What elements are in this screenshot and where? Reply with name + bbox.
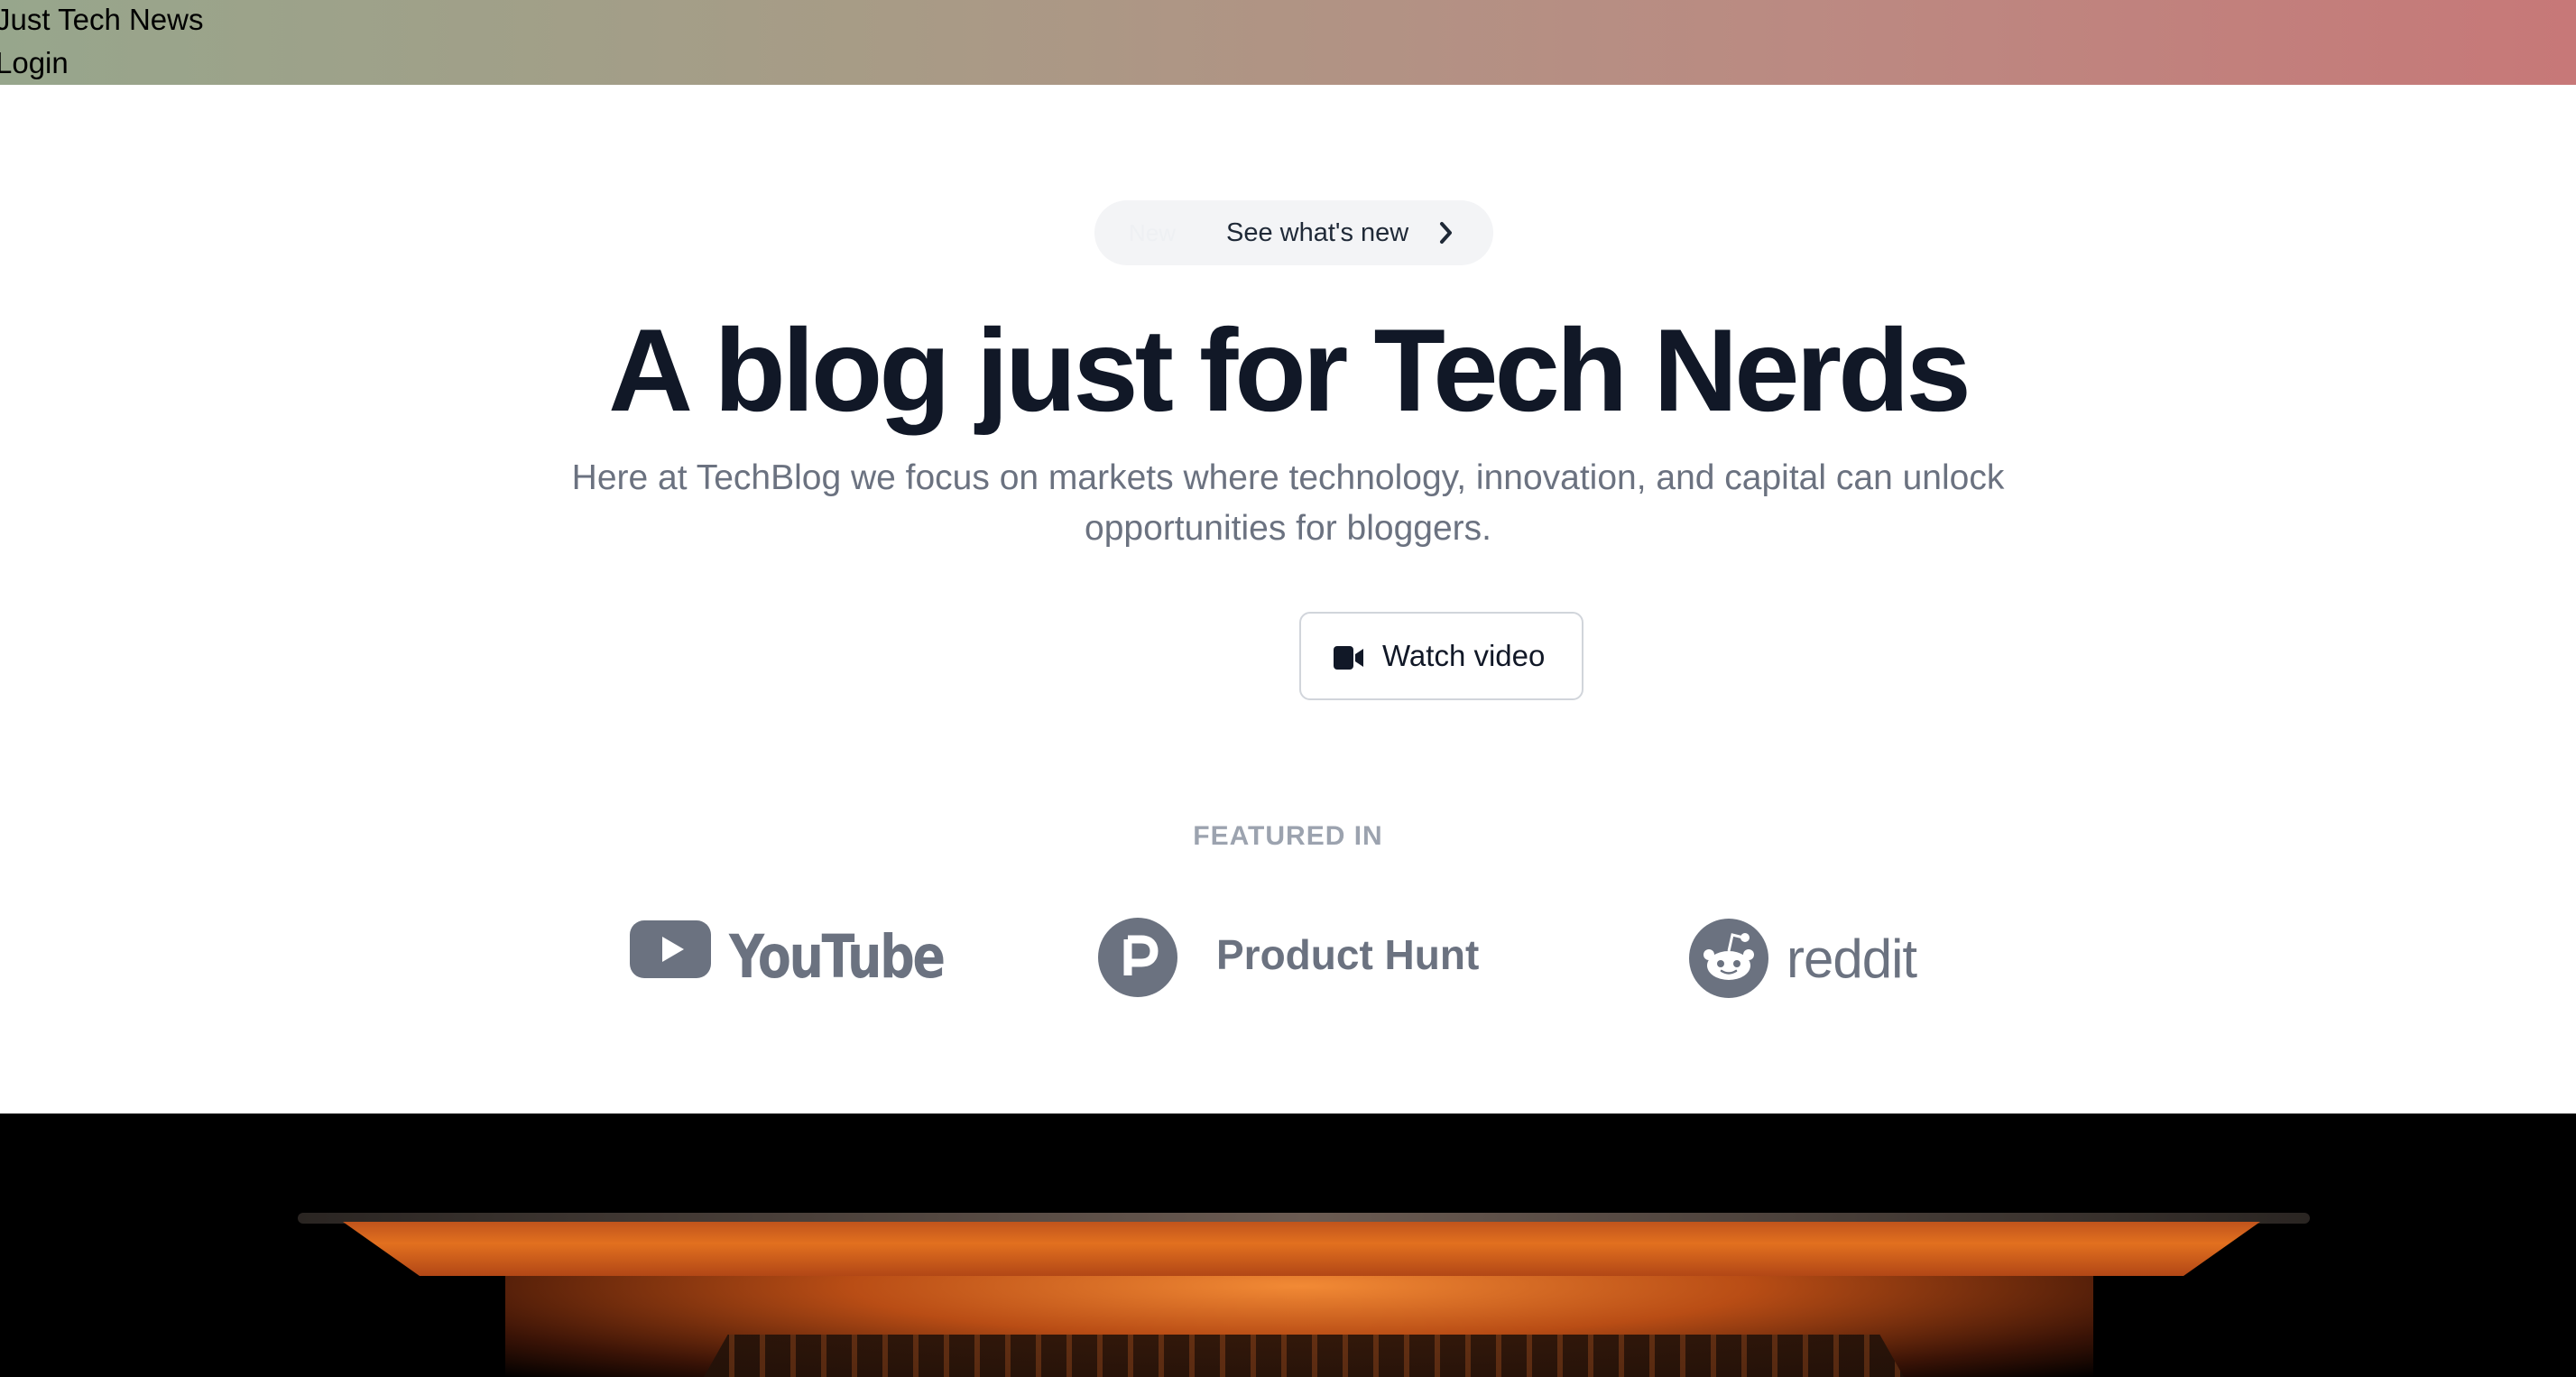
laptop-keyboard: [704, 1335, 1904, 1377]
login-link[interactable]: Login: [0, 45, 69, 81]
watch-video-label: Watch video: [1382, 639, 1546, 672]
product-hunt-logo-text: Product Hunt: [1216, 931, 1480, 978]
featured-in-heading: FEATURED IN: [1193, 821, 1383, 851]
watch-video-button[interactable]: Watch video: [1299, 612, 1583, 700]
hero-subtitle: Here at TechBlog we focus on markets whe…: [571, 458, 2005, 548]
laptop-hero-image: [0, 1114, 2576, 1377]
whats-new-pill[interactable]: New See what's new: [1094, 200, 1493, 265]
youtube-icon: [630, 920, 711, 978]
new-badge: New: [1129, 218, 1177, 246]
reddit-icon: [1689, 919, 1768, 998]
page-title: A blog just for Tech Nerds: [608, 304, 1971, 436]
reddit-logo-text: reddit: [1787, 929, 1917, 989]
top-navbar: Just Tech News Login: [0, 0, 2576, 85]
brand-link[interactable]: Just Tech News: [0, 2, 203, 38]
laptop-lid: [343, 1222, 2260, 1276]
youtube-logo-text: YouTube: [729, 922, 946, 992]
chevron-right-icon: [1440, 222, 1452, 244]
product-hunt-icon: [1098, 918, 1177, 997]
video-camera-icon: [1334, 646, 1363, 670]
whats-new-label: See what's new: [1226, 217, 1409, 247]
